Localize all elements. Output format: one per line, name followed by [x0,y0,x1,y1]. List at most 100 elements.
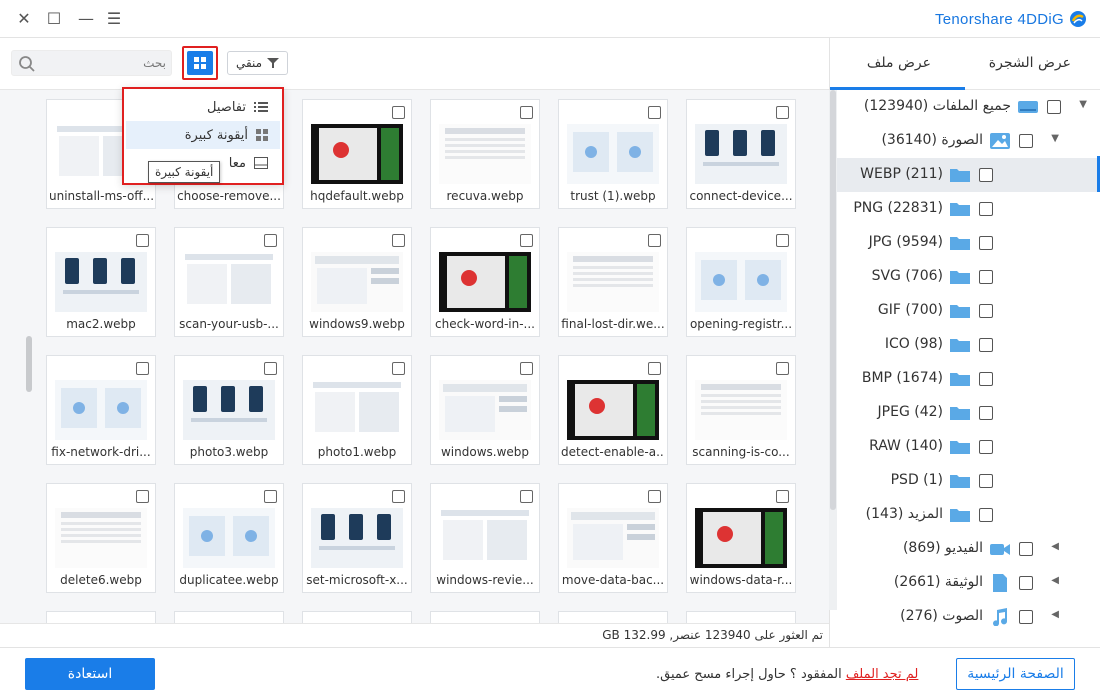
tree-checkbox[interactable] [1019,542,1033,556]
tree-item[interactable]: ◀ الفيديو (869) [830,532,1100,566]
expand-arrow-icon[interactable]: ◀ [1051,609,1059,620]
file-card[interactable]: fix-network-dri... [46,355,156,465]
tree-checkbox[interactable] [979,406,993,420]
view-mode-button[interactable] [187,51,213,75]
file-card[interactable]: photo1.webp [302,355,412,465]
file-name: delete6.webp [60,573,142,587]
file-checkbox[interactable] [136,490,149,503]
file-card[interactable]: final-lost-dir.we... [558,227,668,337]
file-checkbox[interactable] [392,106,405,119]
tree-checkbox[interactable] [979,338,993,352]
file-checkbox[interactable] [264,234,277,247]
minimize-icon[interactable]: — [76,9,96,29]
search-box[interactable] [11,50,172,76]
file-card[interactable]: photo3.webp [174,355,284,465]
search-input[interactable] [40,54,166,72]
tree-item[interactable]: ◀ الصوت (276) [830,600,1100,634]
tree-item[interactable]: JPEG (42) [830,396,1100,430]
tree-checkbox[interactable] [979,508,993,522]
tree-item[interactable]: GIF (700) [830,294,1100,328]
file-card[interactable]: connect-device... [686,99,796,209]
file-checkbox[interactable] [520,490,533,503]
file-card[interactable]: mac2.webp [46,227,156,337]
filter-button[interactable]: منقي [227,51,288,75]
file-card[interactable]: scan-your-usb-... [174,227,284,337]
file-checkbox[interactable] [520,234,533,247]
file-card[interactable]: windows-revie... [430,483,540,593]
file-checkbox[interactable] [136,362,149,375]
file-card[interactable]: recuva.webp [430,99,540,209]
file-checkbox[interactable] [392,490,405,503]
file-checkbox[interactable] [264,362,277,375]
tree-item[interactable]: PNG (22831) [830,192,1100,226]
file-checkbox[interactable] [776,362,789,375]
file-checkbox[interactable] [776,234,789,247]
tree-checkbox[interactable] [979,168,993,182]
file-card[interactable]: move-data-bac... [558,483,668,593]
tree-item[interactable]: ICO (98) [830,328,1100,362]
expand-arrow-icon[interactable]: ◀ [1051,541,1059,552]
tree-item[interactable]: RAW (140) [830,430,1100,464]
tree-item[interactable]: ◀ الوثيقة (2661) [830,566,1100,600]
tree-item[interactable]: SVG (706) [830,260,1100,294]
close-icon[interactable]: ✕ [14,9,34,29]
tree-item[interactable]: WEBP (211) [830,158,1100,192]
expand-arrow-icon[interactable]: ▼ [1051,133,1059,144]
tree-checkbox[interactable] [979,270,993,284]
deep-scan-link[interactable]: لم تجد الملف [846,667,919,682]
file-card[interactable]: scanning-is-co... [686,355,796,465]
grid-scrollbar[interactable] [829,90,837,610]
file-card[interactable]: windows-data-r... [686,483,796,593]
file-card[interactable]: check-word-in-... [430,227,540,337]
expand-arrow-icon[interactable]: ◀ [1051,575,1059,586]
tree-checkbox[interactable] [979,474,993,488]
tree-item[interactable]: PSD (1) [830,464,1100,498]
file-card[interactable]: windows.webp [430,355,540,465]
file-card[interactable]: detect-enable-a... [558,355,668,465]
file-checkbox[interactable] [392,234,405,247]
file-checkbox[interactable] [136,234,149,247]
tree-item[interactable]: JPG (9594) [830,226,1100,260]
file-checkbox[interactable] [648,234,661,247]
file-checkbox[interactable] [392,362,405,375]
tree-checkbox[interactable] [979,202,993,216]
tree-item[interactable]: المزيد (143) [830,498,1100,532]
recover-button[interactable]: استعادة [25,658,155,690]
file-card[interactable]: opening-registr... [686,227,796,337]
tree-checkbox[interactable] [979,372,993,386]
tree-item[interactable]: ▼ الصورة (36140) [830,124,1100,158]
file-card[interactable]: windows9.webp [302,227,412,337]
tree-checkbox[interactable] [1019,610,1033,624]
menu-item-large-icon[interactable]: أيقونة كبيرة [126,121,280,149]
file-checkbox[interactable] [776,106,789,119]
tree-checkbox[interactable] [979,236,993,250]
file-checkbox[interactable] [520,106,533,119]
tab-file-view[interactable]: عرض ملف [867,55,931,71]
home-button[interactable]: الصفحة الرئيسية [956,658,1075,690]
file-card[interactable]: duplicatee.webp [174,483,284,593]
file-checkbox[interactable] [776,490,789,503]
left-scrollbar[interactable] [26,336,32,392]
expand-arrow-icon[interactable]: ▼ [1079,99,1087,110]
tree-checkbox[interactable] [979,440,993,454]
file-checkbox[interactable] [648,106,661,119]
menu-icon[interactable]: ☰ [104,9,124,29]
tree-item[interactable]: ▼ جميع الملفات (123940) [830,90,1100,124]
tree-item[interactable]: BMP (1674) [830,362,1100,396]
file-checkbox[interactable] [264,490,277,503]
tree-checkbox[interactable] [1019,576,1033,590]
file-checkbox[interactable] [648,362,661,375]
tree-checkbox[interactable] [979,304,993,318]
file-card[interactable]: set-microsoft-x... [302,483,412,593]
file-card[interactable]: trust (1).webp [558,99,668,209]
file-checkbox[interactable] [648,490,661,503]
tree-checkbox[interactable] [1047,100,1061,114]
file-card[interactable]: hqdefault.webp [302,99,412,209]
file-card[interactable]: delete6.webp [46,483,156,593]
tab-tree-view[interactable]: عرض الشجرة [989,55,1071,71]
tree-checkbox[interactable] [1019,134,1033,148]
menu-item-details[interactable]: تفاصيل [126,93,280,121]
maximize-icon[interactable]: ☐ [44,9,64,29]
scrollbar-thumb[interactable] [830,90,836,510]
file-checkbox[interactable] [520,362,533,375]
